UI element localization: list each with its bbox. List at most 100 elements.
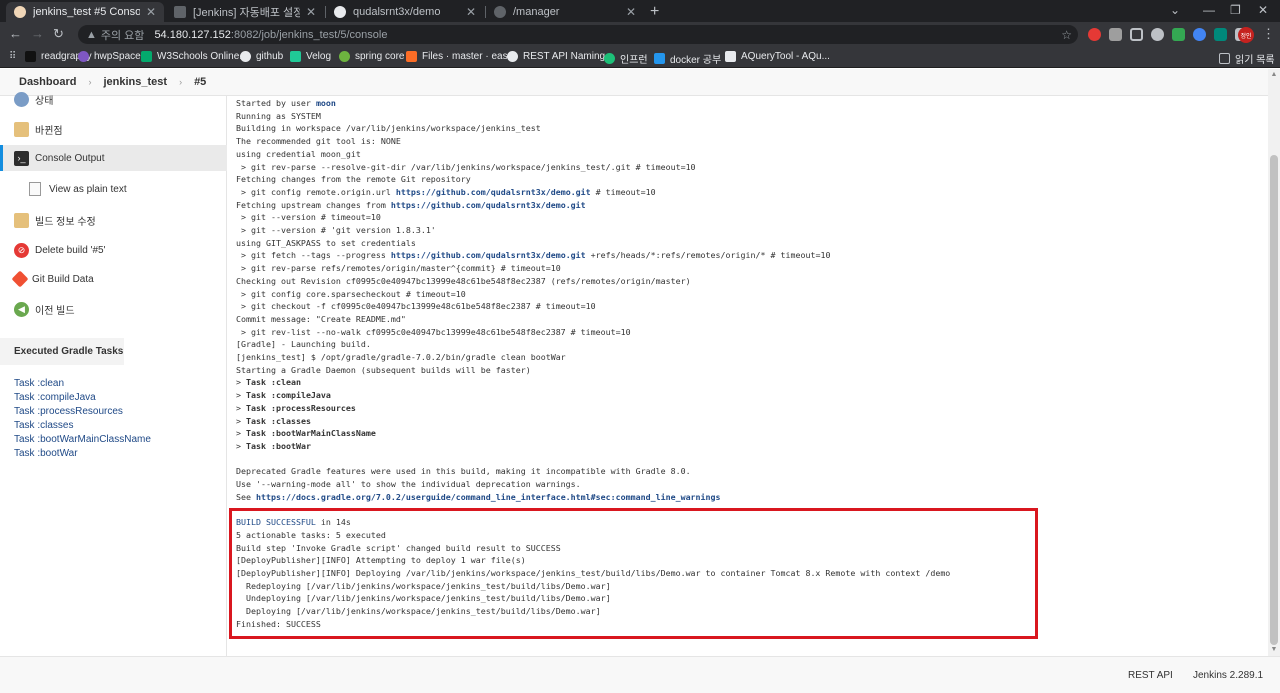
sidebar-item-status[interactable]: 상태 [0, 86, 227, 112]
sidebar-item-changes[interactable]: 바뀐점 [0, 116, 227, 142]
browser-tab-github[interactable]: qudalsrnt3x/demo ✕ [326, 2, 484, 22]
extension-red-icon[interactable] [1088, 28, 1101, 41]
close-tab-icon[interactable]: ✕ [306, 5, 316, 19]
back-icon[interactable]: ← [9, 26, 22, 41]
sidebar-item-delete-build[interactable]: ⊘ Delete build '#5' [0, 237, 227, 263]
console-task-line: > Task :classes [236, 415, 311, 426]
gitlab-icon [406, 51, 417, 62]
sidebar-item-edit-build-info[interactable]: 빌드 정보 수정 [0, 207, 227, 233]
gradle-task-link[interactable]: Task :bootWarMainClassName [14, 433, 151, 447]
scroll-thumb[interactable] [1270, 155, 1278, 645]
console-line: > git --version # 'git version 1.8.3.1' [236, 225, 436, 236]
console-line: > git checkout -f cf0995c0e40947bc13999e… [236, 301, 596, 312]
aquerytool-icon [725, 51, 736, 62]
new-tab-icon[interactable]: + [650, 3, 659, 21]
forward-icon[interactable]: → [31, 26, 44, 41]
console-line: > git rev-parse refs/remotes/origin/mast… [236, 263, 561, 274]
github-icon [240, 51, 251, 62]
bookmark-velog[interactable]: Velog [290, 51, 331, 62]
browser-menu-icon[interactable]: ⋮ [1262, 26, 1275, 42]
console-line: The recommended git tool is: NONE [236, 136, 401, 147]
profile-avatar[interactable]: 정인 [1238, 27, 1254, 43]
close-tab-icon[interactable]: ✕ [146, 5, 156, 19]
gradle-task-link[interactable]: Task :bootWar [14, 447, 151, 461]
console-task-line: > Task :compileJava [236, 390, 331, 401]
bookmark-star-icon[interactable]: ☆ [1061, 28, 1072, 42]
extensions-row [1088, 28, 1248, 41]
reading-list[interactable]: 읽기 목록 [1219, 51, 1275, 66]
repo-link[interactable]: https://github.com/qudalsrnt3x/demo.git [391, 250, 586, 260]
git-icon [11, 270, 29, 288]
bookmark-github[interactable]: github [240, 51, 283, 62]
browser-tab-jenkins-console[interactable]: jenkins_test #5 Console [Jenkins] ✕ [6, 2, 164, 22]
console-line: > git fetch --tags --progress https://gi… [236, 250, 831, 261]
console-line: > git rev-parse --resolve-git-dir /var/l… [236, 161, 696, 172]
console-line: [Gradle] - Launching build. [236, 339, 371, 350]
extension-blue-icon[interactable] [1193, 28, 1206, 41]
browser-tab-blog[interactable]: [Jenkins] 자동배포 설정 :: 개인의 개발 로그 ✕ [166, 2, 324, 22]
no-entry-icon: ⊘ [14, 242, 29, 258]
minimize-icon[interactable]: — [1203, 3, 1215, 17]
bookmark-spring-core[interactable]: spring core [339, 51, 404, 62]
repo-link[interactable]: https://github.com/qudalsrnt3x/demo.git [396, 187, 591, 197]
bookmark-hwpspace[interactable]: hwpSpace [78, 51, 141, 62]
scroll-up-icon[interactable]: ▲ [1268, 69, 1280, 81]
maximize-icon[interactable]: ❐ [1230, 3, 1241, 17]
bookmark-w3schools[interactable]: W3Schools Online... [141, 51, 248, 62]
console-line: Starting a Gradle Daemon (subsequent bui… [236, 364, 531, 375]
scroll-down-icon[interactable]: ▼ [1268, 644, 1280, 656]
bookmark-aquerytool[interactable]: AQueryTool - AQu... [725, 51, 830, 62]
extension-gear-icon[interactable] [1151, 28, 1164, 41]
sidebar-item-git-build-data[interactable]: Git Build Data [0, 266, 227, 292]
gradle-tasks-heading: Executed Gradle Tasks [0, 338, 124, 365]
close-tab-icon[interactable]: ✕ [466, 5, 476, 19]
jenkins-version-link[interactable]: Jenkins 2.289.1 [1193, 670, 1263, 681]
docker-icon [654, 53, 665, 64]
extension-grey-icon[interactable] [1109, 28, 1122, 41]
close-tab-icon[interactable]: ✕ [626, 5, 636, 19]
reload-icon[interactable]: ↻ [53, 26, 64, 42]
extension-green-icon[interactable] [1172, 28, 1185, 41]
user-link[interactable]: moon [316, 98, 336, 108]
sidebar-item-previous-build[interactable]: ◀ 이전 빌드 [0, 296, 227, 322]
tab-search-icon[interactable]: ⌄ [1170, 3, 1180, 17]
extension-screen-icon[interactable] [1130, 28, 1143, 41]
page-scrollbar[interactable]: ▲ ▼ [1268, 69, 1280, 656]
reading-list-icon [1219, 53, 1230, 64]
browser-tab-manager[interactable]: /manager ✕ [486, 2, 644, 22]
console-task-line: > Task :processResources [236, 402, 356, 413]
bookmark-rest-api-naming[interactable]: REST API Naming... [507, 51, 613, 62]
gradle-task-link[interactable]: Task :clean [14, 377, 151, 391]
console-line: > git --version # timeout=10 [236, 212, 381, 223]
console-line: Fetching upstream changes from https://g… [236, 199, 586, 210]
sidebar-item-plain-text[interactable]: View as plain text [0, 177, 227, 201]
console-line: Running as SYSTEM [236, 110, 321, 121]
apps-grid-icon[interactable]: ⠿ [9, 51, 16, 62]
gradle-task-link[interactable]: Task :classes [14, 419, 151, 433]
console-line: See https://docs.gradle.org/7.0.2/usergu… [236, 491, 721, 502]
close-window-icon[interactable]: ✕ [1258, 3, 1268, 17]
bookmark-inflearn[interactable]: 인프런 [604, 51, 648, 66]
bookmark-files-master[interactable]: Files · master · eas... [406, 51, 516, 62]
rest-api-link[interactable]: REST API [1128, 670, 1173, 681]
bookmarks-bar: ⠿ readgraphy hwpSpace W3Schools Online..… [0, 47, 1280, 68]
sidebar-item-console-output[interactable]: ›_ Console Output [0, 145, 227, 171]
gradle-task-link[interactable]: Task :compileJava [14, 391, 151, 405]
address-bar[interactable]: ▲ 주의 요함 54.180.127.152 :8082/job/jenkins… [78, 25, 1078, 44]
velog-icon [290, 51, 301, 62]
gradle-docs-link[interactable]: https://docs.gradle.org/7.0.2/userguide/… [256, 492, 721, 502]
blog-favicon-icon [174, 6, 186, 18]
notepad-icon [14, 121, 29, 137]
repo-link[interactable]: https://github.com/qudalsrnt3x/demo.git [391, 200, 586, 210]
console-line: Checking out Revision cf0995c0e40947bc13… [236, 275, 691, 286]
security-label[interactable]: 주의 요함 [101, 27, 145, 43]
arrow-left-icon: ◀ [14, 301, 29, 317]
w3schools-icon [141, 51, 152, 62]
terminal-icon: ›_ [14, 150, 29, 166]
extension-teal-icon[interactable] [1214, 28, 1227, 41]
bookmark-docker[interactable]: docker 공부 [654, 51, 721, 66]
gradle-task-link[interactable]: Task :processResources [14, 405, 151, 419]
browser-tab-strip: jenkins_test #5 Console [Jenkins] ✕ [Jen… [0, 0, 1280, 22]
console-line: > git config remote.origin.url https://g… [236, 186, 656, 197]
console-line: Started by user moon [236, 98, 336, 108]
